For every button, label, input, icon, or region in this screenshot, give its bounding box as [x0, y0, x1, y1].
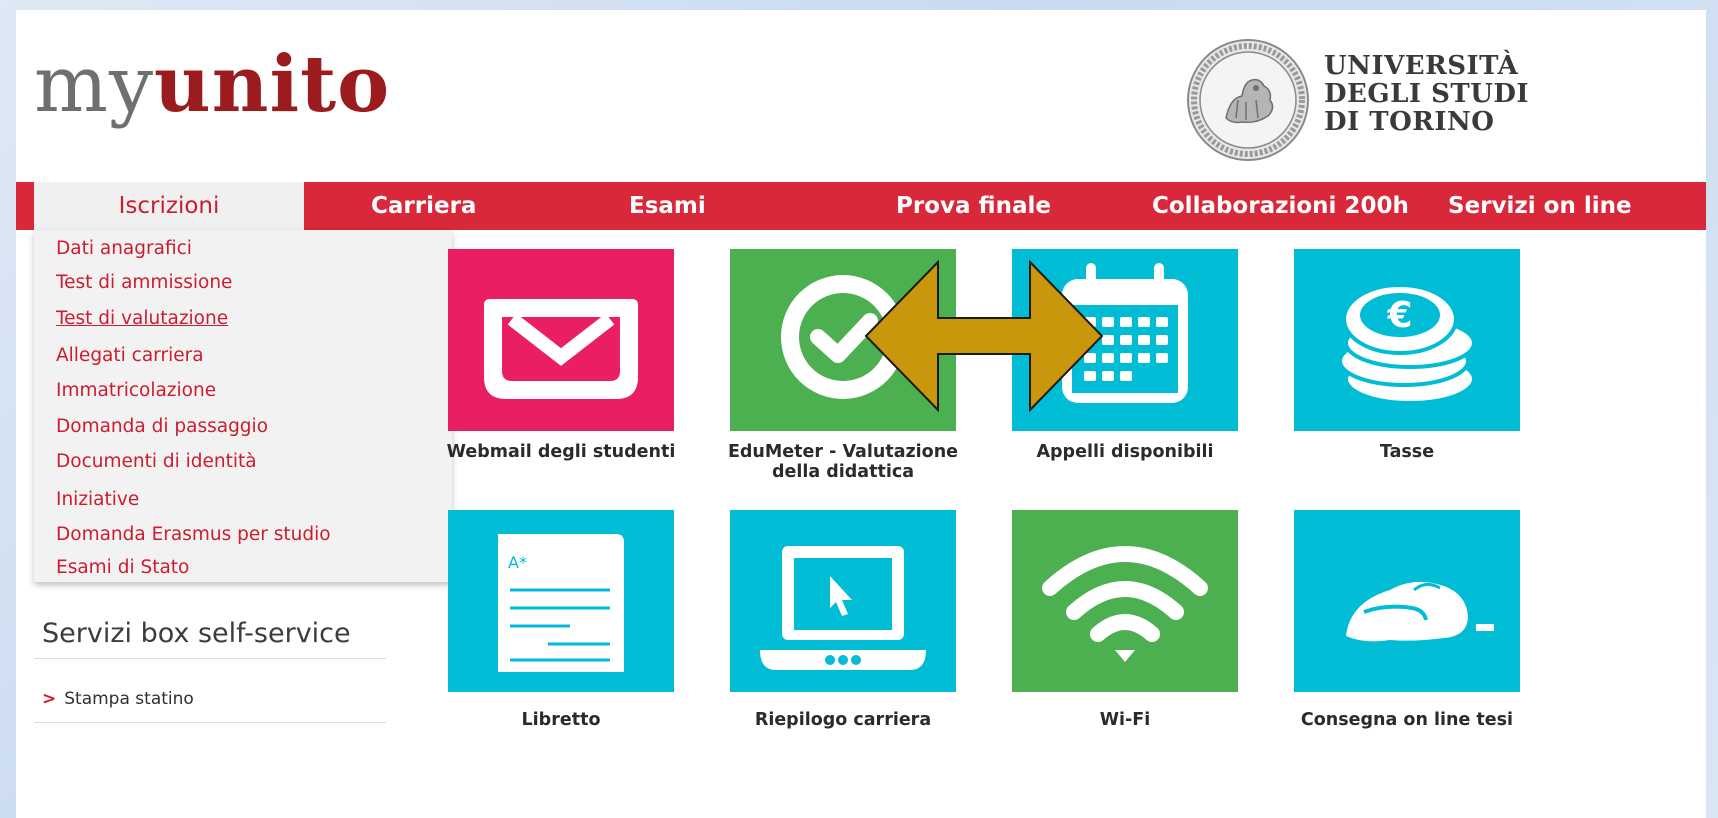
- envelope-icon: [448, 249, 674, 431]
- nav-servizi-on-line[interactable]: Servizi on line: [1448, 182, 1632, 230]
- sidebar-divider: [34, 658, 386, 659]
- tile-label-edumeter[interactable]: EduMeter - Valutazione della didattica: [703, 442, 983, 482]
- menu-item-domanda-di-passaggio[interactable]: Domanda di passaggio: [56, 412, 268, 442]
- coins-euro-icon: €: [1294, 249, 1520, 431]
- tile-riepilogo-carriera[interactable]: [730, 510, 956, 692]
- logo-my: my: [34, 40, 155, 130]
- nav-carriera[interactable]: Carriera: [371, 182, 476, 230]
- menu-item-domanda-erasmus[interactable]: Domanda Erasmus per studio: [56, 520, 331, 550]
- nav-esami[interactable]: Esami: [629, 182, 706, 230]
- tile-webmail[interactable]: [448, 249, 674, 431]
- university-seal-icon: [1187, 39, 1309, 161]
- menu-item-documenti-di-identita[interactable]: Documenti di identità: [56, 447, 257, 477]
- main-nav: Iscrizioni Carriera Esami Prova finale C…: [16, 182, 1706, 230]
- tile-label-wifi[interactable]: Wi-Fi: [985, 710, 1265, 730]
- university-name-line: DI TORINO: [1324, 107, 1495, 137]
- menu-item-allegati-carriera[interactable]: Allegati carriera: [56, 341, 204, 371]
- tile-label-libretto[interactable]: Libretto: [421, 710, 701, 730]
- page: myunito UNIVERSITÀ DEGLI STUDI DI TORINO…: [16, 10, 1706, 818]
- tile-consegna-tesi[interactable]: [1294, 510, 1520, 692]
- mouse-hand-icon: [1294, 510, 1520, 692]
- laptop-icon: [730, 510, 956, 692]
- menu-item-esami-di-stato[interactable]: Esami di Stato: [56, 553, 189, 583]
- tile-label-appelli[interactable]: Appelli disponibili: [985, 442, 1265, 462]
- menu-item-test-di-valutazione[interactable]: Test di valutazione: [56, 304, 228, 334]
- chevron-right-icon: >: [42, 689, 57, 709]
- tile-label-webmail[interactable]: Webmail degli studenti: [421, 442, 701, 462]
- university-name-line: DEGLI STUDI: [1324, 79, 1530, 109]
- menu-item-test-di-ammissione[interactable]: Test di ammissione: [56, 268, 232, 298]
- tile-label-line: EduMeter - Valutazione: [727, 442, 959, 462]
- sidebar-link-stampa-statino[interactable]: > Stampa statino: [42, 689, 194, 709]
- wifi-icon: [1012, 510, 1238, 692]
- tile-label-riepilogo[interactable]: Riepilogo carriera: [703, 710, 983, 730]
- tile-libretto[interactable]: A*: [448, 510, 674, 692]
- tile-tasse[interactable]: €: [1294, 249, 1520, 431]
- nav-prova-finale[interactable]: Prova finale: [896, 182, 1051, 230]
- document-icon: A*: [448, 510, 674, 692]
- tile-wifi[interactable]: [1012, 510, 1238, 692]
- iscrizioni-dropdown-menu: Dati anagrafici Test di ammissione Test …: [34, 230, 452, 582]
- nav-collaborazioni-200h[interactable]: Collaborazioni 200h: [1152, 182, 1409, 230]
- sidebar-title: Servizi box self-service: [42, 618, 351, 649]
- svg-text:A*: A*: [508, 553, 527, 572]
- svg-text:€: €: [1386, 295, 1412, 336]
- tile-label-tasse[interactable]: Tasse: [1267, 442, 1547, 462]
- menu-item-iniziative[interactable]: Iniziative: [56, 485, 139, 515]
- logo-unito: unito: [154, 39, 391, 130]
- university-name-line: UNIVERSITÀ: [1324, 51, 1519, 81]
- university-name: UNIVERSITÀ DEGLI STUDI DI TORINO: [1324, 52, 1529, 136]
- double-arrow-annotation-icon: [864, 260, 1104, 412]
- myunito-logo[interactable]: myunito: [34, 46, 390, 125]
- menu-item-immatricolazione[interactable]: Immatricolazione: [56, 376, 216, 406]
- sidebar-link-label: Stampa statino: [64, 689, 194, 709]
- nav-iscrizioni[interactable]: Iscrizioni: [34, 182, 304, 230]
- menu-item-dati-anagrafici[interactable]: Dati anagrafici: [56, 234, 192, 264]
- tile-label-consegna-tesi[interactable]: Consegna on line tesi: [1267, 710, 1547, 730]
- sidebar-divider: [34, 722, 386, 723]
- tile-label-line: della didattica: [771, 462, 915, 482]
